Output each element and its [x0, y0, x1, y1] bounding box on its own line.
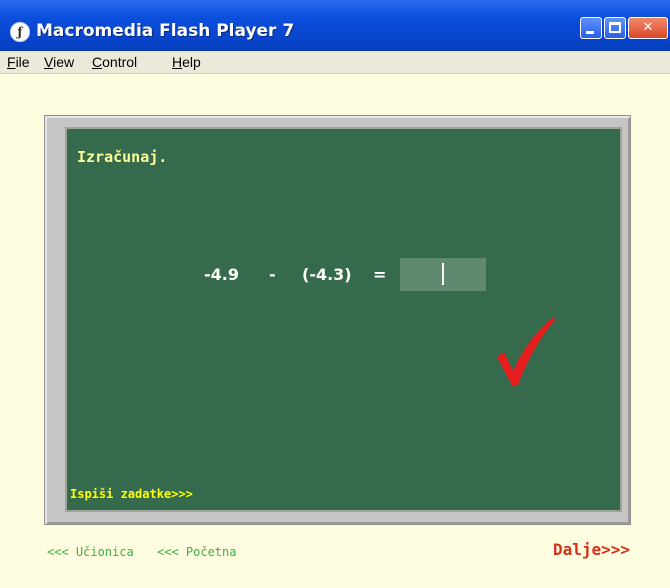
maximize-button[interactable] — [604, 17, 626, 39]
home-link[interactable]: <<< Početna — [157, 545, 236, 559]
menu-file[interactable]: File — [7, 54, 30, 71]
minus-operator: - — [269, 265, 276, 284]
maximize-icon — [609, 22, 621, 33]
operand-2: (-4.3) — [302, 265, 352, 284]
menu-view[interactable]: View — [44, 54, 74, 71]
flash-player-icon: ƒ — [10, 22, 30, 42]
next-link[interactable]: Dalje>>> — [553, 540, 630, 559]
close-button[interactable]: ✕ — [628, 17, 668, 39]
instruction-text: Izračunaj. — [77, 148, 168, 166]
minimize-button[interactable] — [580, 17, 602, 39]
window-title: Macromedia Flash Player 7 — [36, 21, 295, 41]
close-icon: ✕ — [642, 20, 654, 35]
title-bar: ƒ Macromedia Flash Player 7 ✕ — [0, 0, 670, 51]
menu-control[interactable]: Control — [92, 54, 137, 71]
menu-help[interactable]: Help — [172, 54, 201, 71]
text-caret — [442, 263, 444, 285]
menu-bar: File View Control Help — [0, 51, 670, 74]
checkmark-icon — [497, 317, 555, 387]
equals-sign: = — [373, 265, 387, 284]
minimize-icon — [586, 31, 594, 34]
print-tasks-link[interactable]: Ispiši zadatke>>> — [70, 487, 193, 501]
operand-1: -4.9 — [204, 265, 239, 284]
classroom-link[interactable]: <<< Učionica — [47, 545, 134, 559]
